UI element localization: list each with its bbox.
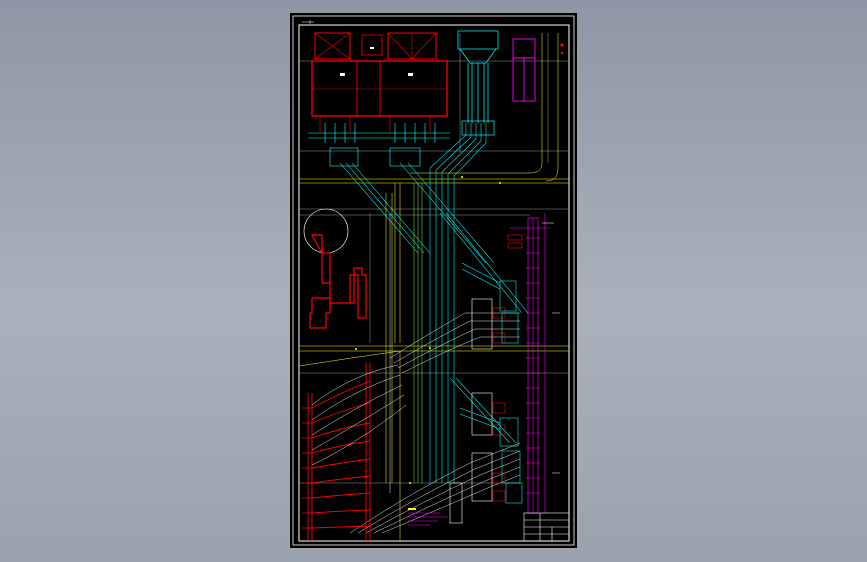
right-red-rooms [492,234,523,502]
road-lines [298,33,569,541]
conveyor-bundle-upper [429,123,487,483]
magenta-equipment [512,38,536,102]
property-lines [299,33,569,484]
frame-header [302,20,314,24]
circular-tank [303,208,349,254]
red-pipe-fan-stubs [302,407,312,529]
notes-header [408,508,416,510]
cyan-silos [457,30,499,136]
notes-block [408,512,448,526]
top-red-buildings [311,32,448,133]
right-buildings [449,298,493,524]
marker-dots [355,176,501,484]
cyan-feeders [308,123,450,167]
magenta-column [510,213,550,514]
cad-drawing-sheet[interactable] [290,13,577,548]
cad-drawing [292,15,575,546]
outer-frame [292,15,575,546]
red-markers [560,43,564,55]
red-pipe-fan [307,363,371,541]
title-block [523,512,570,542]
green-pipes [413,183,423,483]
red-building [309,234,367,329]
